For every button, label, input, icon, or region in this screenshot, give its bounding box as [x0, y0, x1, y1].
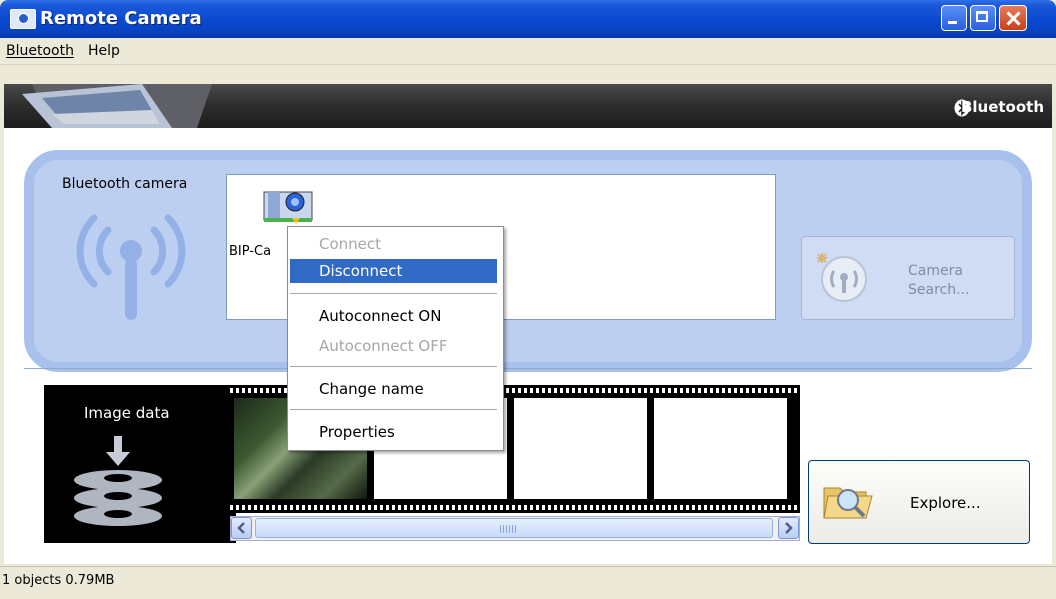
- menu-separator: [290, 409, 497, 410]
- thumbnail-empty[interactable]: [514, 398, 647, 499]
- menu-item-properties[interactable]: Properties: [290, 420, 497, 444]
- status-text: 1 objects 0.79MB: [2, 573, 115, 588]
- camera-search-label: Camera Search...: [908, 262, 969, 300]
- camera-device-icon[interactable]: [262, 188, 314, 224]
- camera-search-label-line1: Camera: [908, 263, 963, 279]
- storage-disk-icon: [68, 434, 168, 534]
- filmstrip-perforation-bottom: [230, 505, 800, 510]
- explore-label: Explore...: [910, 494, 981, 512]
- status-bar: [0, 566, 1056, 599]
- menu-item-autoconnect-on[interactable]: Autoconnect ON: [290, 304, 497, 328]
- menu-bluetooth[interactable]: Bluetooth: [6, 43, 74, 59]
- menu-item-autoconnect-off[interactable]: Autoconnect OFF: [290, 334, 497, 358]
- menu-item-change-name[interactable]: Change name: [290, 377, 497, 401]
- bluetooth-brand-text: Bluetooth: [960, 98, 1044, 116]
- camera-app-icon[interactable]: [10, 9, 36, 29]
- image-data-label: Image data: [84, 404, 170, 422]
- antenna-icon: [72, 208, 190, 326]
- laptop-graphic: [22, 84, 222, 128]
- bluetooth-camera-label: Bluetooth camera: [62, 176, 188, 192]
- menu-help-label: Help: [88, 43, 120, 59]
- chevron-right-icon: [785, 522, 793, 534]
- camera-search-label-line2: Search...: [908, 282, 970, 298]
- menu-bluetooth-label: Bluetooth: [6, 43, 74, 59]
- scroll-left-button[interactable]: [231, 517, 252, 539]
- scrollbar-grip: [500, 525, 516, 533]
- menu-help[interactable]: Help: [88, 43, 120, 59]
- folder-search-icon: [822, 478, 874, 524]
- thumbnail-empty[interactable]: [654, 398, 787, 499]
- device-name[interactable]: BIP-Ca: [229, 244, 271, 259]
- menu-item-disconnect[interactable]: Disconnect: [290, 259, 497, 283]
- window-title: Remote Camera: [40, 8, 202, 29]
- menu-separator: [290, 293, 497, 294]
- minimize-button[interactable]: [941, 5, 967, 31]
- chevron-left-icon: [237, 522, 245, 534]
- separator: [24, 368, 1032, 369]
- menu-separator: [290, 366, 497, 367]
- camera-search-icon: [812, 249, 870, 305]
- scroll-right-button[interactable]: [778, 517, 799, 539]
- close-button[interactable]: [999, 5, 1027, 31]
- menu-item-connect[interactable]: Connect: [290, 232, 497, 256]
- menu-bar: [0, 38, 1056, 65]
- maximize-button[interactable]: [970, 5, 996, 31]
